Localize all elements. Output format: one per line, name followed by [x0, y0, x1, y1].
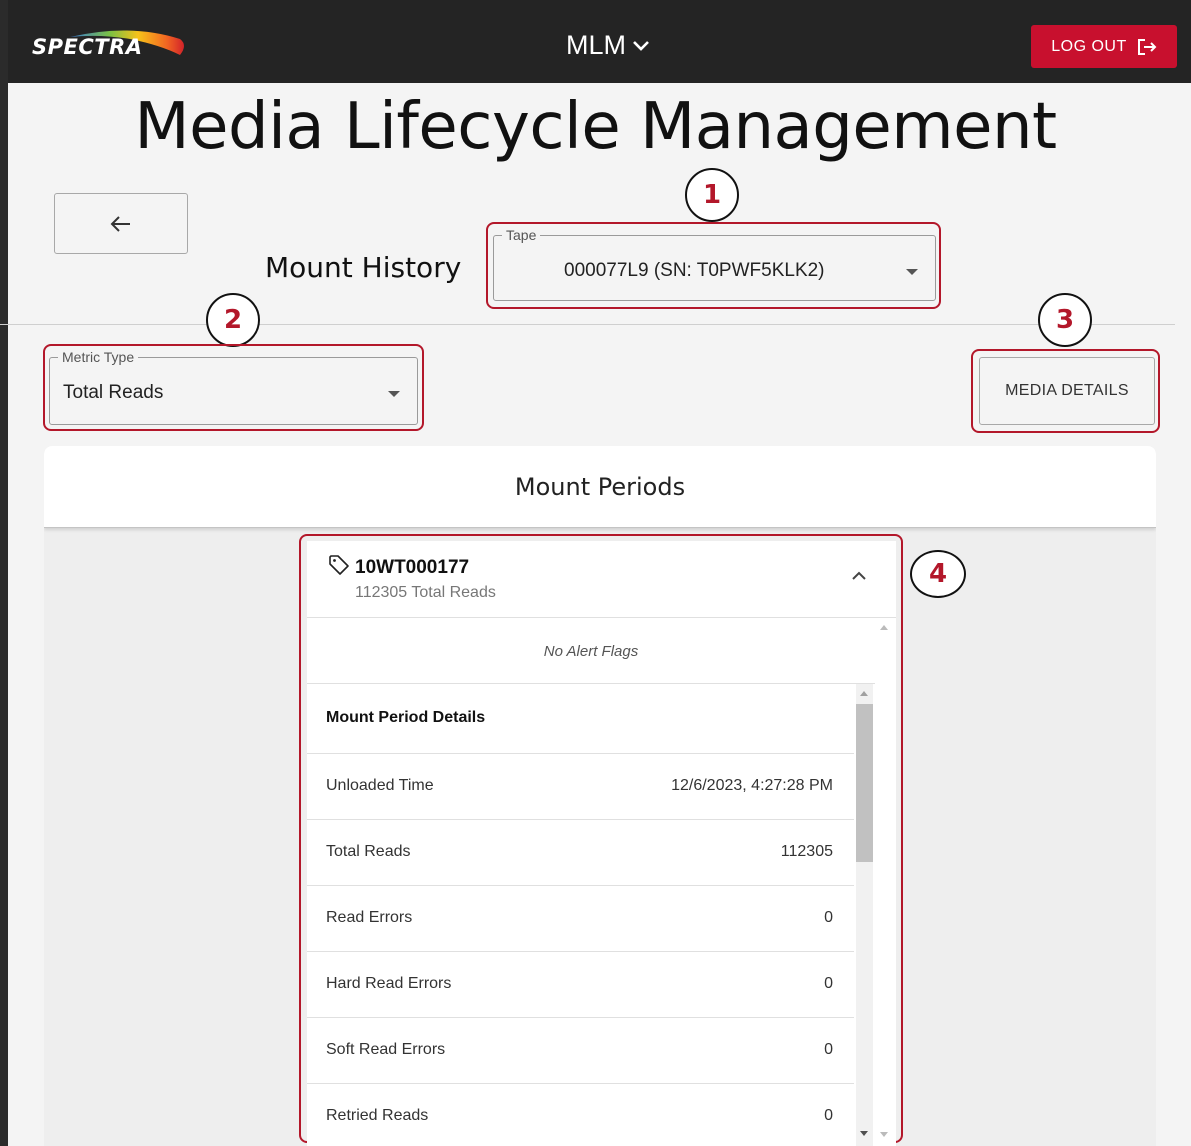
app-switcher-menu[interactable]: MLM: [566, 28, 650, 62]
alert-flags: No Alert Flags: [307, 619, 875, 684]
total-reads-summary: 112305 Total Reads: [355, 584, 496, 601]
row-label: Retried Reads: [326, 1107, 429, 1124]
logo-text: SPECTRA: [32, 35, 143, 59]
row-value: 0: [824, 975, 833, 992]
logout-icon: [1137, 38, 1157, 55]
callout-3: 3: [1038, 293, 1092, 347]
callout-2: 2: [206, 293, 260, 347]
metric-type-value: Total Reads: [63, 382, 164, 403]
mount-card-header[interactable]: 10WT000177 112305 Total Reads: [307, 541, 896, 618]
arrow-left-icon: [110, 215, 130, 232]
logout-button[interactable]: LOG OUT: [1031, 25, 1177, 68]
chevron-up-icon: [852, 571, 866, 580]
tape-select-label: Tape: [502, 227, 541, 243]
mount-period-card: 10WT000177 112305 Total Reads No Alert F…: [307, 541, 896, 1146]
callout-4: 4: [910, 550, 966, 598]
details-heading: Mount Period Details: [326, 709, 486, 726]
window-edge: [0, 0, 8, 1146]
table-row: Read Errors 0: [307, 886, 854, 952]
back-button[interactable]: [54, 193, 188, 254]
row-label: Hard Read Errors: [326, 975, 452, 992]
row-label: Total Reads: [326, 843, 411, 860]
table-row: Soft Read Errors 0: [307, 1018, 854, 1084]
divider: [0, 324, 1175, 325]
row-label: Read Errors: [326, 909, 413, 926]
row-label: Unloaded Time: [326, 777, 434, 794]
scroll-up-arrow[interactable]: [880, 625, 888, 630]
top-bar: SPECTRA MLM LOG OUT: [8, 0, 1191, 83]
table-row: Retried Reads 0: [307, 1084, 854, 1146]
row-value: 0: [824, 1107, 833, 1124]
scrollbar-thumb[interactable]: [856, 704, 873, 862]
section-title: Mount History: [265, 251, 462, 284]
tape-select-value: 000077L9 (SN: T0PWF5KLK2): [564, 260, 825, 281]
scrollbar-down-arrow[interactable]: [860, 1131, 868, 1136]
metric-type-select[interactable]: Metric Type Total Reads: [49, 349, 418, 425]
caret-down-icon: [388, 391, 400, 397]
spectra-logo[interactable]: SPECTRA: [30, 25, 190, 65]
row-label: Soft Read Errors: [326, 1041, 446, 1058]
row-value: 0: [824, 909, 833, 926]
metric-type-label: Metric Type: [58, 349, 139, 365]
details-heading-row: Mount Period Details: [307, 684, 854, 754]
row-value: 0: [824, 1041, 833, 1058]
table-row: Hard Read Errors 0: [307, 952, 854, 1018]
logout-label: LOG OUT: [1051, 37, 1127, 55]
mount-period-details: Mount Period Details Unloaded Time 12/6/…: [307, 684, 854, 1146]
row-value: 112305: [780, 843, 833, 860]
page-title: Media Lifecycle Management: [134, 90, 1057, 164]
tape-select[interactable]: Tape 000077L9 (SN: T0PWF5KLK2): [493, 227, 936, 301]
chevron-down-icon: [633, 41, 649, 51]
tape-barcode: 10WT000177: [355, 557, 470, 578]
tag-icon: [329, 555, 349, 575]
row-value: 12/6/2023, 4:27:28 PM: [671, 777, 833, 794]
callout-1: 1: [685, 168, 739, 222]
scroll-down-arrow[interactable]: [880, 1132, 888, 1137]
caret-down-icon: [906, 269, 918, 275]
panel-title: Mount Periods: [44, 446, 1156, 528]
media-details-button[interactable]: MEDIA DETAILS: [979, 357, 1155, 425]
table-row: Total Reads 112305: [307, 820, 854, 886]
app-menu-label: MLM: [566, 29, 626, 60]
scrollbar-up-arrow[interactable]: [860, 691, 868, 696]
table-row: Unloaded Time 12/6/2023, 4:27:28 PM: [307, 754, 854, 820]
